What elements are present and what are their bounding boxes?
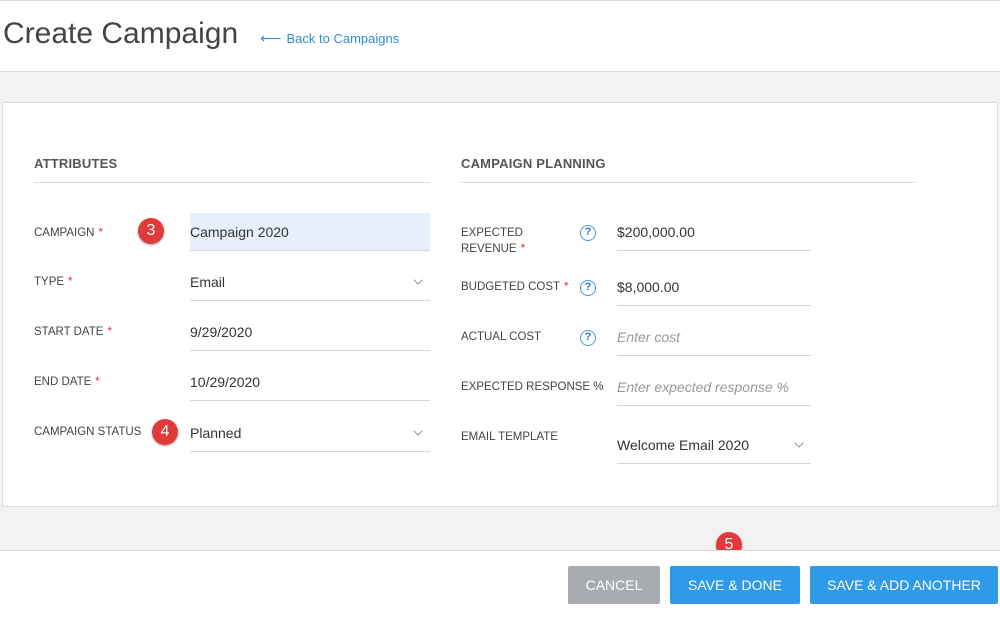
budgeted-cost-value: $8,000.00	[617, 278, 680, 295]
start-date-input[interactable]: 9/29/2020	[190, 313, 430, 351]
help-icon[interactable]: ?	[580, 225, 596, 241]
help-icon[interactable]: ?	[580, 330, 596, 346]
required-marker: *	[98, 227, 103, 239]
campaign-status-value: Planned	[190, 424, 242, 441]
campaign-name-input[interactable]: Campaign 2020	[190, 213, 430, 251]
end-date-label: END DATE *	[34, 374, 100, 390]
end-date-value: 10/29/2020	[190, 373, 261, 390]
save-and-add-another-button[interactable]: SAVE & ADD ANOTHER	[810, 566, 998, 604]
email-template-select[interactable]: Welcome Email 2020	[617, 426, 811, 464]
campaign-planning-section-title: CAMPAIGN PLANNING	[461, 156, 606, 171]
campaign-status-select[interactable]: Planned	[190, 414, 430, 452]
cancel-button[interactable]: CANCEL	[568, 566, 660, 604]
campaign-planning-divider	[461, 182, 915, 183]
campaign-name-value: Campaign 2020	[190, 223, 289, 240]
required-marker: *	[95, 376, 100, 388]
start-date-label-text: START DATE	[34, 326, 104, 338]
expected-revenue-label-line1: EXPECTED	[461, 227, 523, 239]
campaign-form-card: ATTRIBUTES CAMPAIGN * Campaign 2020 TYPE *…	[2, 102, 998, 507]
campaign-status-label: CAMPAIGN STATUS	[34, 426, 142, 438]
expected-revenue-value: $200,000.00	[617, 223, 695, 240]
expected-revenue-label-line2: REVENUE	[461, 243, 517, 255]
attributes-divider	[34, 182, 430, 183]
actual-cost-label: ACTUAL COST	[461, 331, 542, 343]
start-date-label: START DATE *	[34, 324, 112, 340]
expected-response-input[interactable]: Enter expected response %	[617, 368, 811, 406]
end-date-input[interactable]: 10/29/2020	[190, 363, 430, 401]
attributes-section-title: ATTRIBUTES	[34, 156, 118, 171]
page-title: Create Campaign	[3, 17, 239, 50]
save-and-done-button[interactable]: SAVE & DONE	[670, 566, 800, 604]
start-date-value: 9/29/2020	[190, 323, 253, 340]
expected-revenue-input[interactable]: $200,000.00	[617, 213, 811, 251]
chevron-down-icon	[794, 438, 804, 448]
email-template-label: EMAIL TEMPLATE	[461, 431, 558, 443]
chevron-down-icon	[413, 275, 423, 285]
arrow-left-icon: ⟵	[260, 30, 282, 47]
required-marker: *	[520, 243, 526, 255]
campaign-label-text: CAMPAIGN	[34, 227, 95, 239]
type-label-text: TYPE	[34, 276, 65, 288]
required-marker: *	[564, 281, 569, 293]
budgeted-cost-input[interactable]: $8,000.00	[617, 268, 811, 306]
step-badge-3: 3	[138, 218, 164, 244]
type-value: Email	[190, 273, 226, 290]
chevron-down-icon	[413, 426, 423, 436]
help-icon[interactable]: ?	[580, 280, 596, 296]
back-link-label: Back to Campaigns	[286, 31, 400, 46]
step-badge-4: 4	[152, 419, 178, 445]
back-to-campaigns-link[interactable]: ⟵ Back to Campaigns	[260, 31, 399, 46]
end-date-label-text: END DATE	[34, 376, 92, 388]
expected-response-placeholder: Enter expected response %	[617, 378, 789, 395]
type-select[interactable]: Email	[190, 263, 430, 301]
campaign-label: CAMPAIGN *	[34, 225, 103, 241]
expected-response-label: EXPECTED RESPONSE %	[461, 381, 604, 393]
actual-cost-input[interactable]: Enter cost	[617, 318, 811, 356]
required-marker: *	[68, 276, 73, 288]
type-label: TYPE *	[34, 274, 73, 290]
required-marker: *	[107, 326, 112, 338]
email-template-value: Welcome Email 2020	[617, 436, 750, 453]
actual-cost-placeholder: Enter cost	[617, 328, 681, 345]
expected-revenue-label: EXPECTED REVENUE *	[461, 225, 525, 257]
budgeted-cost-label-text: BUDGETED COST	[461, 281, 561, 293]
page-header: Create Campaign ⟵ Back to Campaigns	[0, 0, 1000, 72]
budgeted-cost-label: BUDGETED COST *	[461, 279, 569, 295]
